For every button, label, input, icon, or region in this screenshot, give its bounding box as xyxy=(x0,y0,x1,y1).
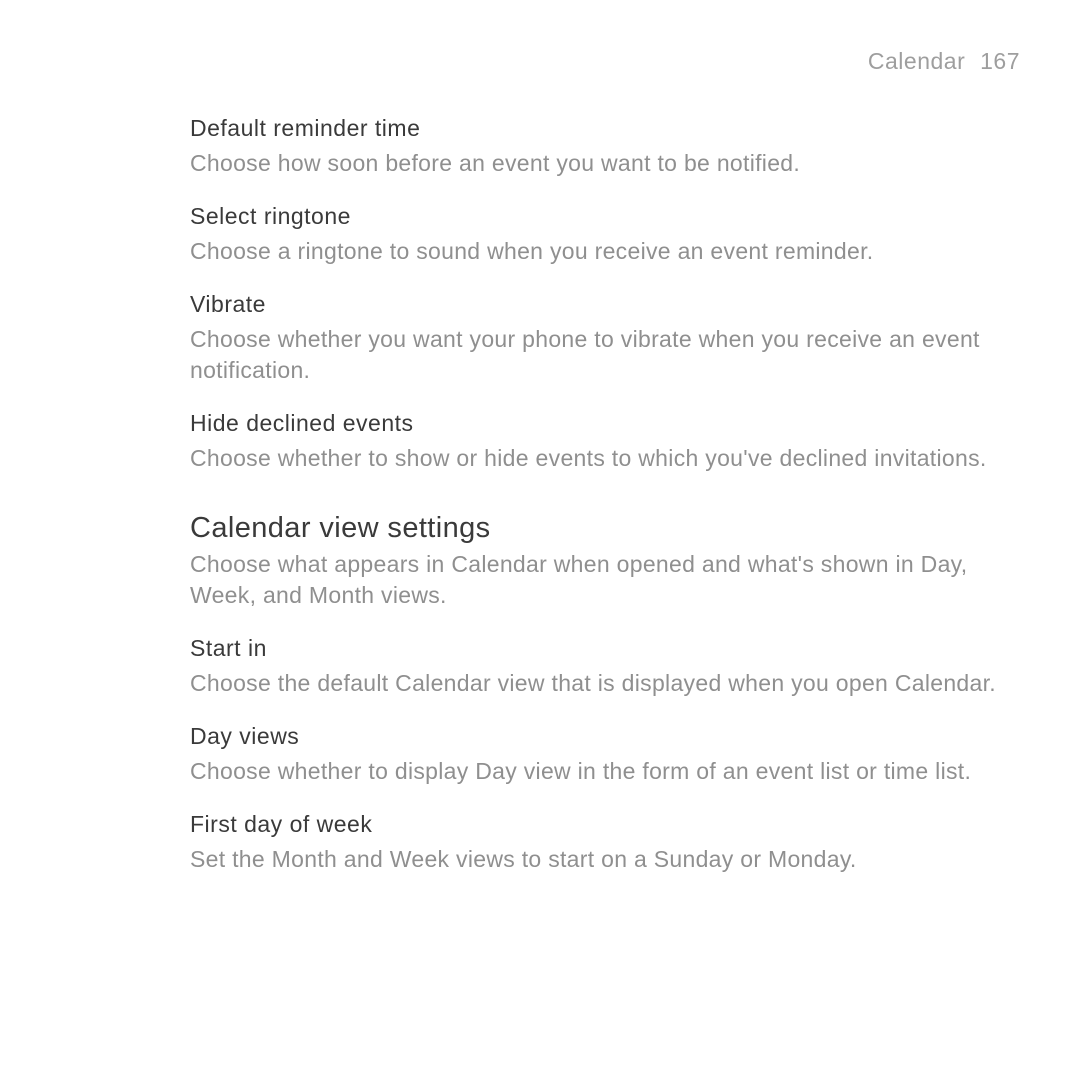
header-page-number: 167 xyxy=(980,48,1020,74)
setting-item: Hide declined events Choose whether to s… xyxy=(190,410,1020,474)
setting-item: Day views Choose whether to display Day … xyxy=(190,723,1020,787)
setting-title: Start in xyxy=(190,635,1020,662)
section-title: Calendar view settings xyxy=(190,512,1020,545)
setting-item: Vibrate Choose whether you want your pho… xyxy=(190,291,1020,386)
setting-description: Choose whether to show or hide events to… xyxy=(190,443,1010,474)
setting-title: Day views xyxy=(190,723,1020,750)
setting-description: Choose a ringtone to sound when you rece… xyxy=(190,236,1010,267)
setting-title: Hide declined events xyxy=(190,410,1020,437)
setting-title: Select ringtone xyxy=(190,203,1020,230)
setting-title: First day of week xyxy=(190,811,1020,838)
setting-description: Choose how soon before an event you want… xyxy=(190,148,1010,179)
section-header: Calendar view settings Choose what appea… xyxy=(190,512,1020,611)
header-section-label: Calendar xyxy=(868,48,965,74)
setting-description: Choose whether you want your phone to vi… xyxy=(190,324,1010,386)
setting-item: Start in Choose the default Calendar vie… xyxy=(190,635,1020,699)
setting-item: First day of week Set the Month and Week… xyxy=(190,811,1020,875)
page-header: Calendar 167 xyxy=(868,48,1020,75)
setting-description: Choose the default Calendar view that is… xyxy=(190,668,1010,699)
setting-title: Vibrate xyxy=(190,291,1020,318)
setting-item: Default reminder time Choose how soon be… xyxy=(190,115,1020,179)
setting-item: Select ringtone Choose a ringtone to sou… xyxy=(190,203,1020,267)
setting-title: Default reminder time xyxy=(190,115,1020,142)
setting-description: Set the Month and Week views to start on… xyxy=(190,844,1010,875)
section-description: Choose what appears in Calendar when ope… xyxy=(190,549,1010,611)
setting-description: Choose whether to display Day view in th… xyxy=(190,756,1010,787)
page-content: Default reminder time Choose how soon be… xyxy=(190,115,1020,875)
document-page: Calendar 167 Default reminder time Choos… xyxy=(0,0,1080,1080)
